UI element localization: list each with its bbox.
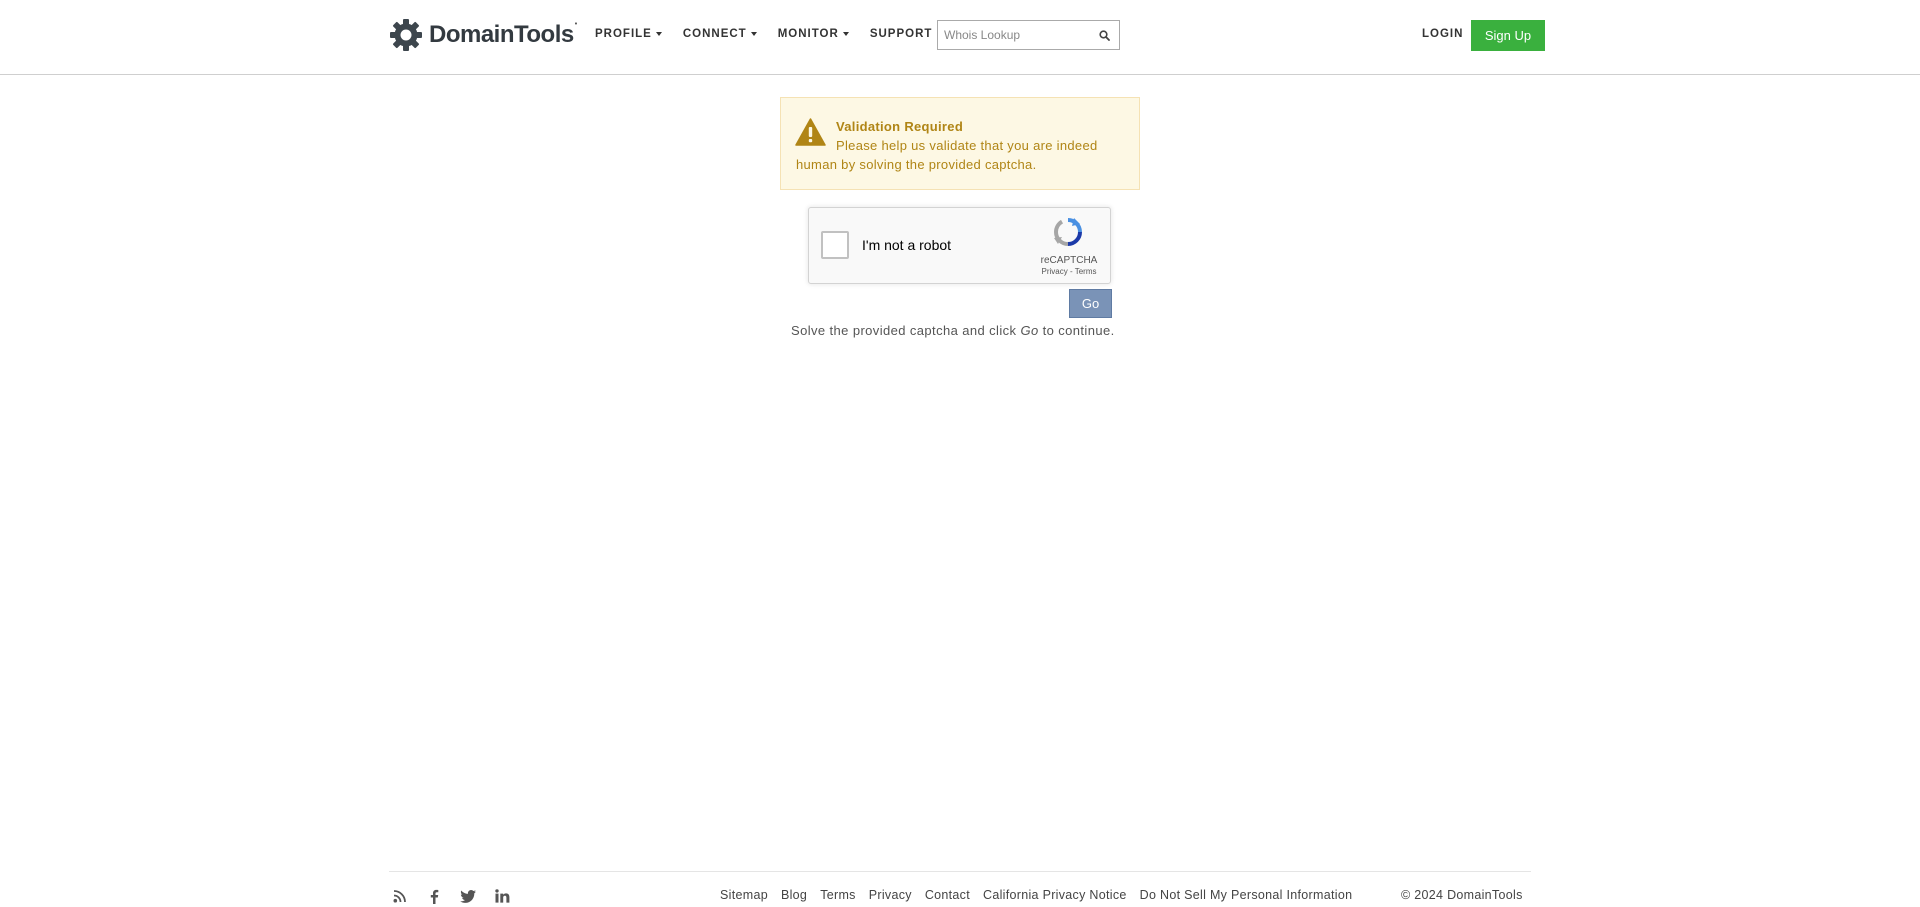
facebook-icon[interactable]: [426, 888, 442, 904]
copyright: © 2024 DomainTools: [1401, 888, 1523, 902]
logo-wordmark: DomainTools•: [429, 21, 577, 48]
twitter-icon[interactable]: [460, 888, 476, 904]
recaptcha-checkbox[interactable]: [821, 231, 849, 259]
search-icon[interactable]: [1099, 30, 1110, 41]
recaptcha-logo-icon: [1053, 218, 1082, 246]
footer-link-blog[interactable]: Blog: [781, 888, 807, 902]
nav-monitor-label: MONITOR: [777, 28, 839, 40]
footer-link-california-privacy[interactable]: California Privacy Notice: [983, 888, 1127, 902]
nav-profile[interactable]: PROFILE: [595, 28, 662, 40]
recaptcha-label: I'm not a robot: [862, 237, 952, 253]
caret-down-icon: [655, 32, 662, 36]
site-header: DomainTools• PROFILE CONNECT MONITOR SUP…: [0, 0, 1920, 75]
nav-monitor[interactable]: MONITOR: [778, 28, 849, 40]
rss-icon[interactable]: [392, 888, 408, 904]
recaptcha-widget: I'm not a robot reCAPTCHA Privacy - Term…: [808, 207, 1111, 284]
signup-button[interactable]: Sign Up: [1471, 20, 1545, 51]
recaptcha-privacy-link[interactable]: Privacy: [1042, 267, 1068, 276]
recaptcha-terms-link[interactable]: Terms: [1075, 267, 1097, 276]
footer-link-contact[interactable]: Contact: [925, 888, 970, 902]
alert-message: Please help us validate that you are ind…: [796, 138, 1098, 172]
whois-search-input[interactable]: [944, 22, 1094, 48]
login-link[interactable]: LOGIN: [1422, 28, 1463, 40]
nav-connect-label: CONNECT: [682, 28, 747, 40]
nav-connect[interactable]: CONNECT: [683, 28, 757, 40]
footer-link-sitemap[interactable]: Sitemap: [720, 888, 768, 902]
hint-emphasis: Go: [1020, 323, 1039, 338]
gear-icon: [390, 19, 422, 51]
footer-link-terms[interactable]: Terms: [820, 888, 856, 902]
social-links: [392, 888, 528, 904]
nav-profile-label: PROFILE: [595, 28, 652, 40]
domaintools-logo[interactable]: DomainTools•: [389, 17, 577, 53]
hint-text-before: Solve the provided captcha and click: [791, 323, 1021, 338]
main-nav: PROFILE CONNECT MONITOR SUPPORT: [595, 28, 953, 40]
recaptcha-brand: reCAPTCHA: [1040, 255, 1098, 266]
nav-support-label: SUPPORT: [869, 28, 933, 40]
footer-link-do-not-sell[interactable]: Do Not Sell My Personal Information: [1140, 888, 1353, 902]
whois-search: [937, 20, 1120, 50]
footer-links: Sitemap Blog Terms Privacy Contact Calif…: [720, 888, 1365, 902]
hint-text-after: to continue.: [1038, 323, 1115, 338]
footer-link-privacy[interactable]: Privacy: [869, 888, 912, 902]
footer-divider: [389, 871, 1531, 872]
go-button[interactable]: Go: [1069, 289, 1112, 318]
validation-alert: Validation Required Please help us valid…: [780, 97, 1140, 190]
linkedin-icon[interactable]: [494, 888, 510, 904]
alert-title: Validation Required: [836, 119, 964, 134]
recaptcha-links: Privacy - Terms: [1031, 267, 1107, 276]
caret-down-icon: [750, 32, 757, 36]
captcha-hint: Solve the provided captcha and click Go …: [791, 323, 1115, 338]
caret-down-icon: [842, 32, 849, 36]
nav-support[interactable]: SUPPORT: [870, 28, 933, 40]
